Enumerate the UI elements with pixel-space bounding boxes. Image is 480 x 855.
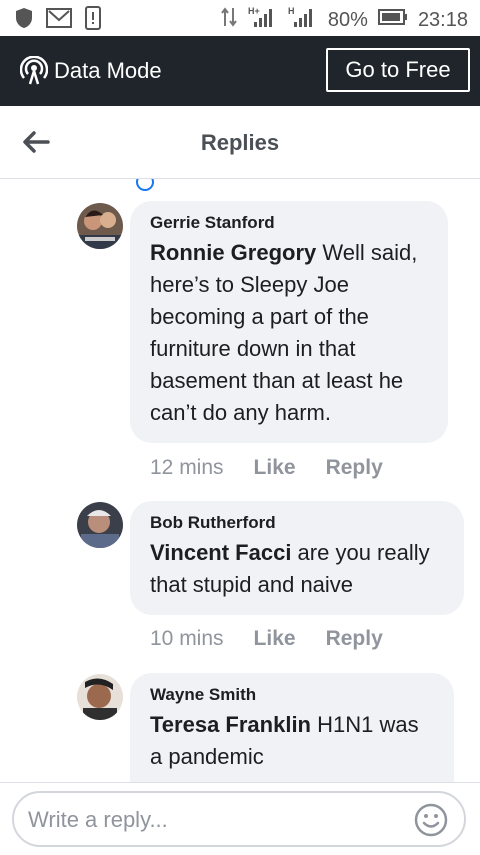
replies-list[interactable]: Gerrie Stanford Ronnie Gregory Well said… <box>0 179 480 782</box>
avatar[interactable] <box>77 502 123 548</box>
comment-bubble[interactable]: Wayne Smith Teresa Franklin H1N1 was a p… <box>130 673 454 782</box>
comment-text: Vincent Facci are you really that stupid… <box>150 537 444 601</box>
network-type-2: H <box>288 6 295 16</box>
comment-author[interactable]: Wayne Smith <box>150 685 434 705</box>
network-type-1: H+ <box>248 6 260 16</box>
reply-composer: Write a reply... <box>0 782 480 855</box>
comment-author[interactable]: Gerrie Stanford <box>150 213 428 233</box>
battery-percent: 80% <box>327 8 368 31</box>
mention-link[interactable]: Ronnie Gregory <box>150 240 316 265</box>
reply-placeholder: Write a reply... <box>28 807 168 832</box>
comment-actions: 12 mins Like Reply <box>150 456 383 480</box>
comment-actions: 10 mins Like Reply <box>150 627 383 651</box>
emoji-icon[interactable] <box>414 803 448 842</box>
comment-text: Teresa Franklin H1N1 was a pandemic <box>150 709 434 773</box>
reply-button[interactable]: Reply <box>326 627 383 651</box>
comment-text: Ronnie Gregory Well said, here’s to Slee… <box>150 237 428 429</box>
comment-author[interactable]: Bob Rutherford <box>150 513 444 533</box>
replies-header: Replies <box>0 106 480 179</box>
signal-icon-2: H <box>288 6 318 34</box>
shield-icon <box>14 7 34 34</box>
mention-link[interactable]: Teresa Franklin <box>150 712 311 737</box>
reply-button[interactable]: Reply <box>326 456 383 480</box>
page-title: Replies <box>200 130 280 155</box>
comment-bubble[interactable]: Gerrie Stanford Ronnie Gregory Well said… <box>130 201 448 443</box>
comment-body: Well said, here’s to Sleepy Joe becoming… <box>150 240 418 425</box>
data-transfer-icon <box>220 6 238 34</box>
data-mode-label: Data Mode <box>54 58 162 83</box>
avatar[interactable] <box>77 203 123 249</box>
comment-time: 12 mins <box>150 456 224 479</box>
go-to-free-button[interactable]: Go to Free <box>326 48 470 92</box>
avatar[interactable] <box>77 674 123 720</box>
status-icons-right: H+ H 80% 23:18 <box>220 6 468 34</box>
battery-icon <box>377 8 408 32</box>
clock: 23:18 <box>417 8 468 31</box>
partial-indicator <box>136 179 154 191</box>
broadcast-icon <box>19 55 49 91</box>
status-icons-left <box>14 6 102 35</box>
data-mode-bar: Data Mode Go to Free <box>0 36 480 106</box>
signal-icon-1: H+ <box>248 6 278 34</box>
phone-alert-icon <box>84 6 102 35</box>
comment-time: 10 mins <box>150 627 224 650</box>
status-bar: H+ H 80% 23:18 <box>0 0 480 36</box>
mention-link[interactable]: Vincent Facci <box>150 540 291 565</box>
reply-input[interactable]: Write a reply... <box>12 791 466 847</box>
like-button[interactable]: Like <box>254 456 296 480</box>
gmail-icon <box>46 7 72 34</box>
like-button[interactable]: Like <box>254 627 296 651</box>
comment-bubble[interactable]: Bob Rutherford Vincent Facci are you rea… <box>130 501 464 615</box>
